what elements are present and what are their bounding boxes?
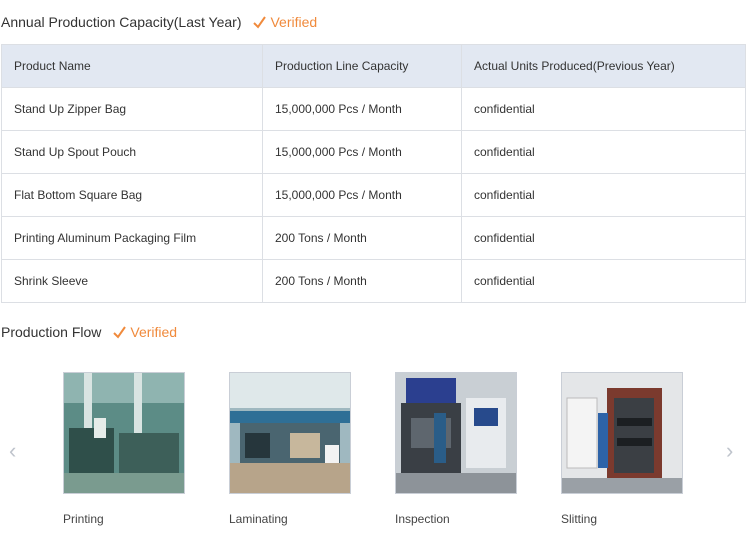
cell-product-name: Shrink Sleeve [1, 259, 263, 303]
table-row: Stand Up Spout Pouch 15,000,000 Pcs / Mo… [1, 130, 746, 174]
inspection-photo[interactable] [395, 372, 517, 494]
cell-product-name: Stand Up Spout Pouch [1, 130, 263, 174]
cell-line-capacity: 200 Tons / Month [262, 216, 462, 260]
flow-card-laminating[interactable]: Laminating [229, 372, 351, 526]
capacity-table: Product Name Production Line Capacity Ac… [1, 44, 746, 303]
header-product-name: Product Name [1, 44, 263, 88]
verified-label: Verified [270, 14, 318, 30]
flow-card-printing[interactable]: Printing [63, 372, 185, 526]
cell-actual-units: confidential [461, 216, 746, 260]
flow-card-label: Printing [63, 512, 104, 526]
capacity-section-title: Annual Production Capacity(Last Year) Ve… [1, 14, 317, 30]
table-row: Printing Aluminum Packaging Film 200 Ton… [1, 216, 746, 260]
header-actual-units: Actual Units Produced(Previous Year) [461, 44, 746, 88]
cell-line-capacity: 15,000,000 Pcs / Month [262, 173, 462, 217]
flow-title: Production Flow [1, 324, 102, 340]
cell-actual-units: confidential [461, 173, 746, 217]
flow-card-label: Laminating [229, 512, 288, 526]
checkmark-icon [253, 15, 267, 29]
table-row: Flat Bottom Square Bag 15,000,000 Pcs / … [1, 173, 746, 217]
table-row: Stand Up Zipper Bag 15,000,000 Pcs / Mon… [1, 87, 746, 131]
flow-card-slitting[interactable]: Slitting [561, 372, 683, 526]
cell-line-capacity: 15,000,000 Pcs / Month [262, 87, 462, 131]
printing-photo[interactable] [63, 372, 185, 494]
checkmark-icon [113, 325, 127, 339]
verified-label: Verified [130, 324, 178, 340]
laminating-photo[interactable] [229, 372, 351, 494]
flow-card-label: Inspection [395, 512, 450, 526]
cell-actual-units: confidential [461, 130, 746, 174]
cell-product-name: Stand Up Zipper Bag [1, 87, 263, 131]
cell-actual-units: confidential [461, 259, 746, 303]
header-line-capacity: Production Line Capacity [262, 44, 462, 88]
flow-card-inspection[interactable]: Inspection [395, 372, 517, 526]
cell-product-name: Printing Aluminum Packaging Film [1, 216, 263, 260]
cell-actual-units: confidential [461, 87, 746, 131]
capacity-title: Annual Production Capacity(Last Year) [1, 14, 242, 30]
cell-line-capacity: 15,000,000 Pcs / Month [262, 130, 462, 174]
verified-badge: Verified [113, 324, 177, 340]
flow-card-label: Slitting [561, 512, 598, 526]
cell-line-capacity: 200 Tons / Month [262, 259, 462, 303]
slitting-photo[interactable] [561, 372, 683, 494]
production-flow-gallery: Printing Laminating Inspection Slitting [0, 372, 748, 539]
cell-product-name: Flat Bottom Square Bag [1, 173, 263, 217]
table-header-row: Product Name Production Line Capacity Ac… [1, 44, 746, 88]
flow-section-title: Production Flow Verified [1, 324, 177, 340]
table-row: Shrink Sleeve 200 Tons / Month confident… [1, 259, 746, 303]
verified-badge: Verified [253, 14, 317, 30]
